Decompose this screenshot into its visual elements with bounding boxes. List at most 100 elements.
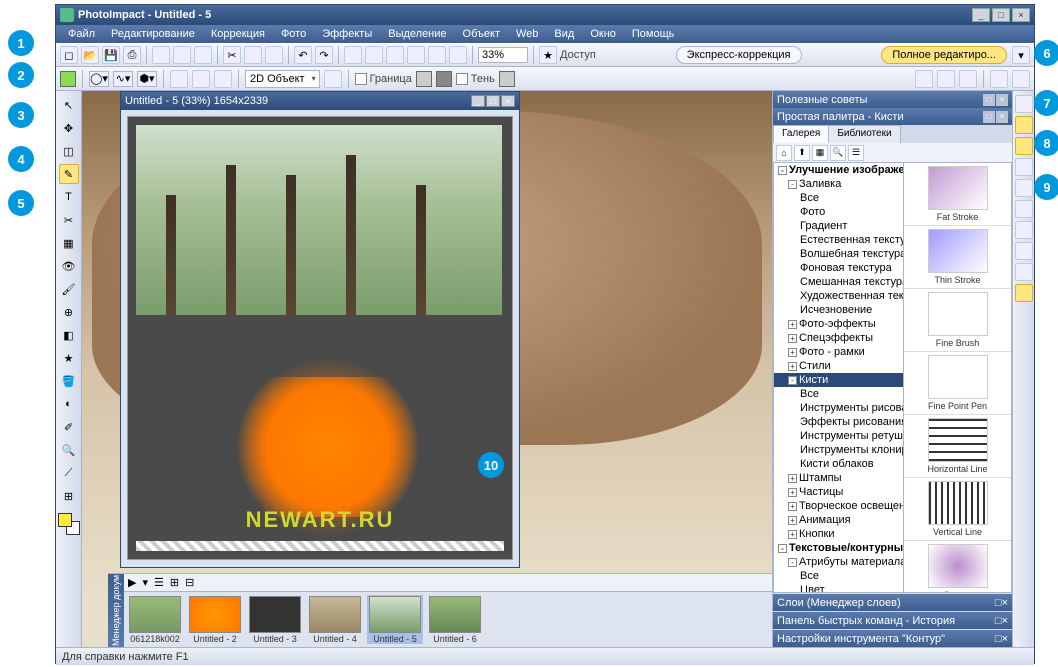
foreground-color[interactable] (58, 513, 72, 527)
tips-panel-header[interactable]: Полезные советы □ × (773, 91, 1012, 108)
dock-btn-8[interactable] (1015, 242, 1033, 260)
dock-btn-4[interactable] (1015, 158, 1033, 176)
home-icon[interactable]: ⌂ (776, 145, 792, 161)
view-icon[interactable]: ☰ (154, 576, 164, 589)
clone-tool-icon[interactable]: ⊕ (59, 302, 79, 322)
paste-button[interactable] (265, 46, 283, 64)
document-thumbnail[interactable]: Untitled - 5 (367, 595, 423, 644)
menu-фото[interactable]: Фото (275, 26, 312, 42)
tree-item[interactable]: Исчезновение (774, 303, 903, 317)
copy-button[interactable] (244, 46, 262, 64)
menu-выделение[interactable]: Выделение (382, 26, 452, 42)
document-thumbnail[interactable]: Untitled - 6 (427, 595, 483, 644)
menu-вид[interactable]: Вид (548, 26, 580, 42)
express-correction-button[interactable]: Экспресс-коррекция (676, 46, 802, 64)
menu-icon[interactable]: ☰ (848, 145, 864, 161)
brush-preset[interactable]: Thin Stroke (904, 226, 1011, 289)
brush-preset[interactable]: Horizontal Line (904, 415, 1011, 478)
doc1-maximize[interactable]: □ (486, 95, 500, 107)
shape-polygon-icon[interactable]: ⬢▾ (137, 71, 157, 87)
tb-5[interactable] (428, 46, 446, 64)
dock-btn-1[interactable] (1015, 95, 1033, 113)
shadow-color[interactable] (499, 71, 515, 87)
document-thumbnail[interactable]: 061218k002 (127, 595, 183, 644)
tree-item[interactable]: Инструменты ретуши (774, 429, 903, 443)
menu-коррекция[interactable]: Коррекция (205, 26, 271, 42)
tab-gallery[interactable]: Галерея (773, 125, 829, 143)
zoom-icon[interactable]: 🔍 (830, 145, 846, 161)
menu-редактирование[interactable]: Редактирование (105, 26, 201, 42)
dock-btn-2[interactable] (1015, 116, 1033, 134)
mode-apply[interactable] (324, 70, 342, 88)
doc1-minimize[interactable]: _ (471, 95, 485, 107)
border-checkbox[interactable]: Граница (355, 73, 412, 85)
tb-4[interactable] (407, 46, 425, 64)
tb-1[interactable] (344, 46, 362, 64)
collapsed-panel-header[interactable]: Слои (Менеджер слоев)□× (773, 594, 1012, 611)
tree-item[interactable]: Фоновая текстура (774, 261, 903, 275)
open-button[interactable]: 📂 (81, 46, 99, 64)
brush-preset[interactable]: Vertical Line (904, 478, 1011, 541)
tool-r1[interactable] (915, 70, 933, 88)
tree-item[interactable]: Художественная тек (774, 289, 903, 303)
tree-item[interactable]: Все (774, 569, 903, 583)
save-button[interactable]: 💾 (102, 46, 120, 64)
tree-item[interactable]: +Фото - рамки (774, 345, 903, 359)
tree-item[interactable]: Цвет (774, 583, 903, 592)
dock-btn-6[interactable] (1015, 200, 1033, 218)
tree-item[interactable]: +Спецэффекты (774, 331, 903, 345)
tree-item[interactable]: Градиент (774, 219, 903, 233)
color-swatches[interactable] (58, 513, 80, 535)
tips-min-icon[interactable]: □ (983, 94, 995, 106)
save-as-button[interactable]: ⎙ (123, 46, 141, 64)
brush-list[interactable]: Fat StrokeThin StrokeFine BrushFine Poin… (904, 163, 1011, 592)
retouch-tool-icon[interactable]: 👁 (59, 256, 79, 276)
tree-item[interactable]: -Атрибуты материала (774, 555, 903, 569)
print-button[interactable] (152, 46, 170, 64)
new-button[interactable]: ◻ (60, 46, 78, 64)
palette-close-icon[interactable]: × (996, 111, 1008, 123)
menu-окно[interactable]: Окно (584, 26, 622, 42)
titlebar[interactable]: PhotoImpact - Untitled - 5 _ □ × (56, 5, 1034, 25)
camera-button[interactable] (194, 46, 212, 64)
transform-tool-icon[interactable]: ▦ (59, 233, 79, 253)
tree-item[interactable]: +Стили (774, 359, 903, 373)
thumbs-icon[interactable]: ▦ (812, 145, 828, 161)
palette-min-icon[interactable]: □ (983, 111, 995, 123)
path-tool-icon[interactable]: ✎ (59, 164, 79, 184)
dock-btn-7[interactable] (1015, 221, 1033, 239)
tree-item[interactable]: Инструменты клонир (774, 443, 903, 457)
tb-3[interactable] (386, 46, 404, 64)
crop-tool-icon[interactable]: ✂ (59, 210, 79, 230)
document-thumbnail[interactable]: Untitled - 2 (187, 595, 243, 644)
border-color-2[interactable] (436, 71, 452, 87)
scan-button[interactable] (173, 46, 191, 64)
tb-2[interactable] (365, 46, 383, 64)
shape-ellipse-icon[interactable]: ◯▾ (89, 71, 109, 87)
document-window-1[interactable]: Untitled - 5 (33%) 1654x2339 _ □ × NEWAR… (120, 91, 520, 568)
dock-btn-10[interactable] (1015, 284, 1033, 302)
align-1[interactable] (170, 70, 188, 88)
tree-item[interactable]: Эффекты рисования (774, 415, 903, 429)
menu-объект[interactable]: Объект (457, 26, 506, 42)
tree-item[interactable]: Инструменты рисова (774, 401, 903, 415)
doc1-titlebar[interactable]: Untitled - 5 (33%) 1654x2339 _ □ × (121, 92, 519, 110)
document-thumbnail[interactable]: Untitled - 3 (247, 595, 303, 644)
tree-item[interactable]: -Заливка (774, 177, 903, 191)
tips-close-icon[interactable]: × (996, 94, 1008, 106)
text-tool-icon[interactable]: T (59, 187, 79, 207)
tree-item[interactable]: Все (774, 387, 903, 401)
collapsed-panel-header[interactable]: Панель быстрых команд - История□× (773, 612, 1012, 629)
tree-item[interactable]: +Фото-эффекты (774, 317, 903, 331)
dock-btn-9[interactable] (1015, 263, 1033, 281)
palette-panel-header[interactable]: Простая палитра - Кисти □ × (773, 108, 1012, 125)
object-mode-combo[interactable]: 2D Объект (245, 70, 320, 88)
redo-button[interactable]: ↷ (315, 46, 333, 64)
gradient-tool-icon[interactable]: ◐ (59, 394, 79, 414)
shadow-checkbox[interactable]: Тень (456, 73, 495, 85)
full-edit-button[interactable]: Полное редактиро... (881, 46, 1007, 64)
doc1-canvas[interactable]: NEWART.RU (127, 116, 513, 560)
doc1-close[interactable]: × (501, 95, 515, 107)
tree-item[interactable]: Кисти облаков (774, 457, 903, 471)
eyedropper-tool-icon[interactable]: ✐ (59, 417, 79, 437)
